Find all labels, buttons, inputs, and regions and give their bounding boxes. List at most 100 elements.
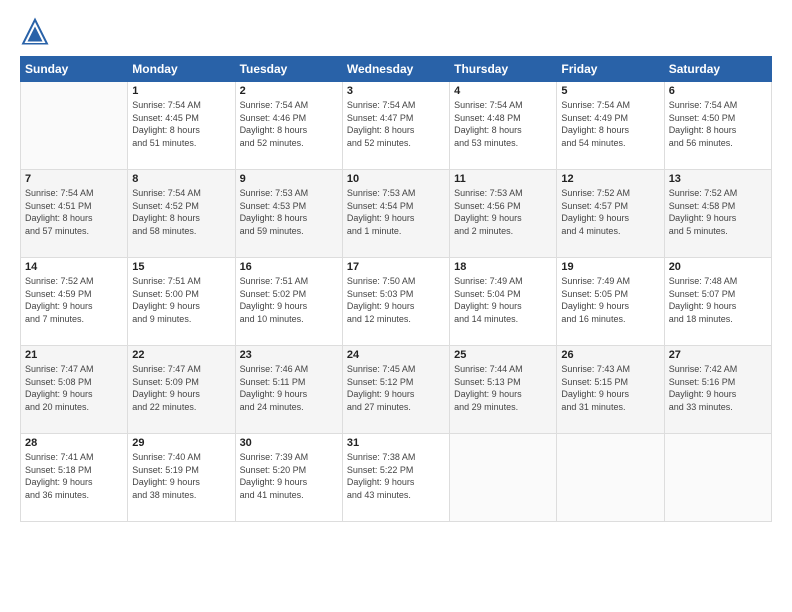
day-number: 31	[347, 437, 445, 449]
day-info: Sunrise: 7:51 AM Sunset: 5:02 PM Dayligh…	[240, 275, 338, 325]
day-number: 27	[669, 349, 767, 361]
calendar: Sunday Monday Tuesday Wednesday Thursday…	[20, 56, 772, 522]
day-info: Sunrise: 7:54 AM Sunset: 4:48 PM Dayligh…	[454, 99, 552, 149]
table-row: 24 Sunrise: 7:45 AM Sunset: 5:12 PM Dayli…	[342, 346, 449, 434]
logo-icon	[20, 16, 50, 46]
table-row: 13 Sunrise: 7:52 AM Sunset: 4:58 PM Dayli…	[664, 170, 771, 258]
table-row: 23 Sunrise: 7:46 AM Sunset: 5:11 PM Dayli…	[235, 346, 342, 434]
day-info: Sunrise: 7:51 AM Sunset: 5:00 PM Dayligh…	[132, 275, 230, 325]
calendar-week-row: 14 Sunrise: 7:52 AM Sunset: 4:59 PM Dayli…	[21, 258, 772, 346]
col-wednesday: Wednesday	[342, 57, 449, 82]
day-number: 4	[454, 85, 552, 97]
table-row	[557, 434, 664, 522]
day-number: 19	[561, 261, 659, 273]
day-info: Sunrise: 7:42 AM Sunset: 5:16 PM Dayligh…	[669, 363, 767, 413]
day-info: Sunrise: 7:50 AM Sunset: 5:03 PM Dayligh…	[347, 275, 445, 325]
day-info: Sunrise: 7:54 AM Sunset: 4:52 PM Dayligh…	[132, 187, 230, 237]
day-number: 15	[132, 261, 230, 273]
table-row: 28 Sunrise: 7:41 AM Sunset: 5:18 PM Dayli…	[21, 434, 128, 522]
day-number: 13	[669, 173, 767, 185]
day-info: Sunrise: 7:54 AM Sunset: 4:47 PM Dayligh…	[347, 99, 445, 149]
day-number: 21	[25, 349, 123, 361]
day-number: 7	[25, 173, 123, 185]
table-row: 8 Sunrise: 7:54 AM Sunset: 4:52 PM Daylig…	[128, 170, 235, 258]
table-row: 19Sunrise: 7:49 AM Sunset: 5:05 PM Dayli…	[557, 258, 664, 346]
day-info: Sunrise: 7:48 AM Sunset: 5:07 PM Dayligh…	[669, 275, 767, 325]
table-row: 6 Sunrise: 7:54 AM Sunset: 4:50 PM Daylig…	[664, 82, 771, 170]
day-number: 16	[240, 261, 338, 273]
day-info: Sunrise: 7:54 AM Sunset: 4:51 PM Dayligh…	[25, 187, 123, 237]
day-number: 28	[25, 437, 123, 449]
day-info: Sunrise: 7:53 AM Sunset: 4:56 PM Dayligh…	[454, 187, 552, 237]
col-monday: Monday	[128, 57, 235, 82]
day-info: Sunrise: 7:45 AM Sunset: 5:12 PM Dayligh…	[347, 363, 445, 413]
day-number: 1	[132, 85, 230, 97]
table-row: 30Sunrise: 7:39 AM Sunset: 5:20 PM Dayli…	[235, 434, 342, 522]
table-row: 7 Sunrise: 7:54 AM Sunset: 4:51 PM Daylig…	[21, 170, 128, 258]
day-info: Sunrise: 7:54 AM Sunset: 4:50 PM Dayligh…	[669, 99, 767, 149]
col-friday: Friday	[557, 57, 664, 82]
day-number: 10	[347, 173, 445, 185]
table-row: 5Sunrise: 7:54 AM Sunset: 4:49 PM Daylig…	[557, 82, 664, 170]
col-sunday: Sunday	[21, 57, 128, 82]
day-number: 29	[132, 437, 230, 449]
calendar-week-row: 28 Sunrise: 7:41 AM Sunset: 5:18 PM Dayli…	[21, 434, 772, 522]
day-info: Sunrise: 7:38 AM Sunset: 5:22 PM Dayligh…	[347, 451, 445, 501]
day-number: 2	[240, 85, 338, 97]
day-number: 30	[240, 437, 338, 449]
day-info: Sunrise: 7:46 AM Sunset: 5:11 PM Dayligh…	[240, 363, 338, 413]
day-number: 5	[561, 85, 659, 97]
table-row: 27 Sunrise: 7:42 AM Sunset: 5:16 PM Dayli…	[664, 346, 771, 434]
day-number: 24	[347, 349, 445, 361]
table-row: 22Sunrise: 7:47 AM Sunset: 5:09 PM Dayli…	[128, 346, 235, 434]
day-info: Sunrise: 7:52 AM Sunset: 4:58 PM Dayligh…	[669, 187, 767, 237]
day-info: Sunrise: 7:44 AM Sunset: 5:13 PM Dayligh…	[454, 363, 552, 413]
col-saturday: Saturday	[664, 57, 771, 82]
logo	[20, 16, 54, 46]
day-number: 23	[240, 349, 338, 361]
table-row: 3 Sunrise: 7:54 AM Sunset: 4:47 PM Daylig…	[342, 82, 449, 170]
day-info: Sunrise: 7:47 AM Sunset: 5:08 PM Dayligh…	[25, 363, 123, 413]
calendar-week-row: 21 Sunrise: 7:47 AM Sunset: 5:08 PM Dayli…	[21, 346, 772, 434]
table-row: 18 Sunrise: 7:49 AM Sunset: 5:04 PM Dayli…	[450, 258, 557, 346]
table-row: 21 Sunrise: 7:47 AM Sunset: 5:08 PM Dayli…	[21, 346, 128, 434]
day-info: Sunrise: 7:54 AM Sunset: 4:45 PM Dayligh…	[132, 99, 230, 149]
calendar-week-row: 1 Sunrise: 7:54 AM Sunset: 4:45 PM Daylig…	[21, 82, 772, 170]
day-number: 14	[25, 261, 123, 273]
table-row: 2Sunrise: 7:54 AM Sunset: 4:46 PM Daylig…	[235, 82, 342, 170]
day-info: Sunrise: 7:41 AM Sunset: 5:18 PM Dayligh…	[25, 451, 123, 501]
day-number: 9	[240, 173, 338, 185]
day-number: 17	[347, 261, 445, 273]
table-row: 20 Sunrise: 7:48 AM Sunset: 5:07 PM Dayli…	[664, 258, 771, 346]
table-row: 14 Sunrise: 7:52 AM Sunset: 4:59 PM Dayli…	[21, 258, 128, 346]
day-number: 18	[454, 261, 552, 273]
day-info: Sunrise: 7:53 AM Sunset: 4:53 PM Dayligh…	[240, 187, 338, 237]
day-info: Sunrise: 7:43 AM Sunset: 5:15 PM Dayligh…	[561, 363, 659, 413]
table-row: 12 Sunrise: 7:52 AM Sunset: 4:57 PM Dayli…	[557, 170, 664, 258]
day-number: 6	[669, 85, 767, 97]
day-number: 20	[669, 261, 767, 273]
table-row: 31 Sunrise: 7:38 AM Sunset: 5:22 PM Dayli…	[342, 434, 449, 522]
day-number: 11	[454, 173, 552, 185]
calendar-week-row: 7 Sunrise: 7:54 AM Sunset: 4:51 PM Daylig…	[21, 170, 772, 258]
day-number: 8	[132, 173, 230, 185]
header	[20, 16, 772, 46]
table-row: 17 Sunrise: 7:50 AM Sunset: 5:03 PM Dayli…	[342, 258, 449, 346]
day-number: 22	[132, 349, 230, 361]
table-row: 29 Sunrise: 7:40 AM Sunset: 5:19 PM Dayli…	[128, 434, 235, 522]
day-info: Sunrise: 7:40 AM Sunset: 5:19 PM Dayligh…	[132, 451, 230, 501]
page: Sunday Monday Tuesday Wednesday Thursday…	[0, 0, 792, 612]
day-number: 26	[561, 349, 659, 361]
day-number: 12	[561, 173, 659, 185]
table-row	[21, 82, 128, 170]
day-number: 3	[347, 85, 445, 97]
table-row: 25Sunrise: 7:44 AM Sunset: 5:13 PM Dayli…	[450, 346, 557, 434]
day-info: Sunrise: 7:52 AM Sunset: 4:59 PM Dayligh…	[25, 275, 123, 325]
day-info: Sunrise: 7:49 AM Sunset: 5:04 PM Dayligh…	[454, 275, 552, 325]
table-row: 11 Sunrise: 7:53 AM Sunset: 4:56 PM Dayli…	[450, 170, 557, 258]
calendar-header-row: Sunday Monday Tuesday Wednesday Thursday…	[21, 57, 772, 82]
table-row: 1 Sunrise: 7:54 AM Sunset: 4:45 PM Daylig…	[128, 82, 235, 170]
table-row: 26 Sunrise: 7:43 AM Sunset: 5:15 PM Dayli…	[557, 346, 664, 434]
day-info: Sunrise: 7:52 AM Sunset: 4:57 PM Dayligh…	[561, 187, 659, 237]
table-row: 15 Sunrise: 7:51 AM Sunset: 5:00 PM Dayli…	[128, 258, 235, 346]
